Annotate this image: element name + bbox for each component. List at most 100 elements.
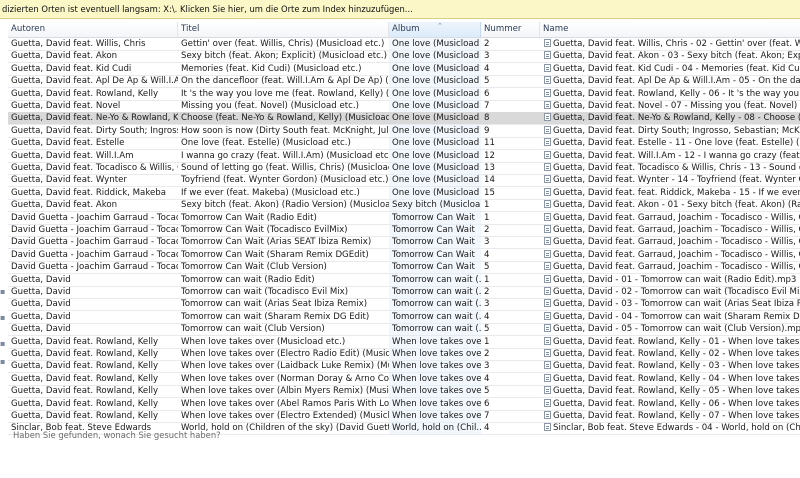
cell-name: Guetta, David feat. Ne-Yo & Rowland, Kel… (540, 112, 800, 124)
table-row[interactable]: Guetta, David feat. Novel Missing you (fe… (8, 100, 800, 113)
table-row[interactable]: Guetta, David feat. Rowland, Kelly When l… (8, 410, 800, 423)
column-header-authors[interactable]: Autoren (8, 22, 178, 37)
audio-file-icon (544, 76, 551, 85)
table-row[interactable]: Guetta, David Tomorrow can wait (Club Ver… (8, 323, 800, 337)
table-row[interactable]: Guetta, David feat. Rowland, Kelly It 's … (8, 87, 800, 101)
cell-album: One love (Musicload ... (389, 174, 481, 187)
cell-author: Guetta, David feat. Apl De Ap & Will.I.A… (11, 76, 178, 87)
cell-title: Tomorrow Can Wait (Club Version) (181, 262, 327, 273)
folder-icon: ▪ (0, 357, 6, 366)
cell-author: Guetta, David feat. Akon (11, 51, 118, 62)
table-row[interactable]: Guetta, David Tomorrow can wait (Radio Ed… (8, 273, 800, 287)
table-row[interactable]: Guetta, David Tomorrow can wait (Arias Se… (8, 298, 800, 312)
audio-file-icon (544, 349, 551, 357)
cell-title: Sound of letting go (feat. Willis, Chris… (181, 163, 389, 173)
table-row[interactable]: Guetta, David feat. Apl De Ap & Will.I.A… (8, 75, 800, 89)
cell-name: Guetta, David feat. Garraud, Joachim - T… (540, 212, 800, 224)
table-row[interactable]: Guetta, David feat. Kid Cudi Memories (fe… (8, 62, 800, 76)
cell-number: 2 (484, 349, 490, 359)
audio-file-icon (544, 88, 551, 97)
cell-album: One love (Musicload ... (389, 38, 481, 50)
cell-number: 4 (484, 63, 490, 74)
audio-file-icon (544, 373, 551, 382)
cell-album: Sexy bitch (Musicloa... (389, 199, 481, 212)
column-header-album[interactable]: Album (389, 22, 481, 37)
cell-number: 6 (484, 398, 490, 409)
table-row[interactable]: Guetta, David feat. Riddick, Makeba If we… (8, 186, 800, 200)
file-name: Guetta, David feat. Garraud, Joachim - T… (553, 212, 800, 223)
cell-name: Guetta, David feat. Apl De Ap & Will.I.A… (540, 75, 800, 87)
cell-album: One love (Musicload ... (389, 124, 481, 137)
file-name: Guetta, David - 03 - Tomorrow can wait (… (553, 299, 800, 310)
cell-album: One love (Musicload ... (389, 186, 481, 199)
cell-album: One love (Musicload ... (389, 87, 481, 100)
cell-album: When love takes over... (389, 410, 481, 422)
cell-author: David Guetta - Joachim Garraud - Tocadis… (11, 225, 178, 235)
cell-name: Guetta, David feat. Garraud, Joachim - T… (540, 249, 800, 261)
table-row[interactable]: Guetta, David feat. Will.I.Am I wanna go … (8, 149, 800, 163)
cell-author: Guetta, David feat. Rowland, Kelly (11, 361, 159, 372)
cell-title: I wanna go crazy (feat. Will.I.Am) (Musi… (181, 150, 389, 161)
cell-author: Guetta, David feat. Tocadisco & Willis, … (11, 163, 178, 173)
cell-author: Guetta, David feat. Rowland, Kelly (11, 373, 159, 384)
table-row[interactable]: Guetta, David feat. Akon Sexy bitch (feat… (8, 199, 800, 213)
table-row[interactable]: Guetta, David feat. Rowland, Kelly When l… (8, 348, 800, 361)
cell-name: Guetta, David feat. Rowland, Kelly - 02 … (540, 348, 800, 360)
column-header-number[interactable]: Nummer (481, 22, 540, 37)
info-bar[interactable]: dizierten Orten ist eventuell langsam: X… (0, 0, 800, 19)
cell-title: Tomorrow can wait (Arias Seat Ibiza Remi… (181, 299, 368, 310)
cell-album: When love takes over... (389, 385, 481, 398)
table-row[interactable]: Guetta, David feat. Rowland, Kelly When l… (8, 335, 800, 349)
cell-author: Guetta, David (11, 311, 71, 322)
cell-number: 4 (484, 311, 490, 322)
table-row[interactable]: Guetta, David feat. Dirty South; Ingross… (8, 124, 800, 138)
column-header-title[interactable]: Titel (178, 22, 389, 37)
table-row[interactable]: Guetta, David feat. Rowland, Kelly When l… (8, 360, 800, 374)
table-row[interactable]: David Guetta - Joachim Garraud - Tocadis… (8, 224, 800, 237)
cell-title: Gettin' over (feat. Willis, Chris) (Musi… (181, 39, 385, 49)
info-bar-text: dizierten Orten ist eventuell langsam: X… (2, 4, 413, 14)
cell-album: Tomorrow can wait (... (389, 286, 481, 298)
cell-name: Guetta, David feat. Rowland, Kelly - 06 … (540, 398, 800, 410)
cell-title: When love takes over (Musicload etc.) (181, 336, 346, 347)
cell-number: 3 (484, 51, 490, 62)
cell-title: Toyfriend (feat. Wynter Gordon) (Musiclo… (181, 175, 389, 186)
table-row[interactable]: David Guetta - Joachim Garraud - Tocadis… (8, 211, 800, 225)
column-header-name[interactable]: Name (540, 22, 800, 37)
cell-title: If we ever (feat. Makeba) (Musicload etc… (181, 187, 360, 198)
table-row[interactable]: David Guetta - Joachim Garraud - Tocadis… (8, 236, 800, 250)
table-row[interactable]: Guetta, David feat. Estelle One love (fea… (8, 137, 800, 151)
cell-name: Guetta, David feat. Rowland, Kelly - 03 … (540, 360, 800, 372)
cell-title: When love takes over (Laidback Luke Remi… (181, 361, 389, 372)
table-row[interactable]: Guetta, David feat. Akon Sexy bitch (feat… (8, 50, 800, 64)
cell-title: When love takes over (Albin Myers Remix)… (181, 386, 389, 397)
cell-title: Tomorrow Can Wait (Radio Edit) (181, 212, 317, 223)
table-row[interactable]: David Guetta - Joachim Garraud - Tocadis… (8, 248, 800, 262)
cell-title: It 's the way you love me (feat. Rowland… (181, 88, 389, 99)
table-row[interactable]: Guetta, David feat. Wynter Toyfriend (fea… (8, 174, 800, 188)
cell-number: 4 (484, 249, 490, 260)
table-row[interactable]: Guetta, David feat. Rowland, Kelly When l… (8, 372, 800, 386)
cell-title: Tomorrow can wait (Tocadisco Evil Mix) (181, 287, 349, 297)
audio-file-icon (544, 125, 551, 134)
cell-author: Guetta, David feat. Willis, Chris (11, 39, 146, 49)
table-row[interactable]: Guetta, David Tomorrow can wait (Sharam R… (8, 310, 800, 324)
table-row[interactable]: Guetta, David feat. Rowland, Kelly When l… (8, 397, 800, 411)
table-row[interactable]: Guetta, David feat. Ne-Yo & Rowland, Kel… (8, 112, 800, 126)
table-row[interactable]: Guetta, David Tomorrow can wait (Tocadisc… (8, 286, 800, 299)
file-name: Guetta, David feat. Garraud, Joachim - T… (553, 237, 800, 248)
audio-file-icon (544, 361, 551, 370)
search-again-links[interactable] (13, 447, 213, 453)
table-row[interactable]: Guetta, David feat. Tocadisco & Willis, … (8, 162, 800, 175)
cell-name: Guetta, David - 03 - Tomorrow can wait (… (540, 298, 800, 310)
navigation-pane-edge: ▪ ▪ ▪ ▪ (0, 22, 8, 478)
audio-file-icon (544, 336, 551, 345)
audio-file-icon (544, 63, 551, 72)
cell-title: Tomorrow can wait (Radio Edit) (181, 274, 315, 285)
audio-file-icon (544, 311, 551, 320)
cell-album: When love takes over... (389, 348, 481, 360)
table-row[interactable]: Guetta, David feat. Willis, Chris Gettin'… (8, 38, 800, 51)
cell-author: Guetta, David feat. Wynter (11, 175, 127, 186)
table-row[interactable]: David Guetta - Joachim Garraud - Tocadis… (8, 261, 800, 275)
table-row[interactable]: Guetta, David feat. Rowland, Kelly When l… (8, 385, 800, 399)
